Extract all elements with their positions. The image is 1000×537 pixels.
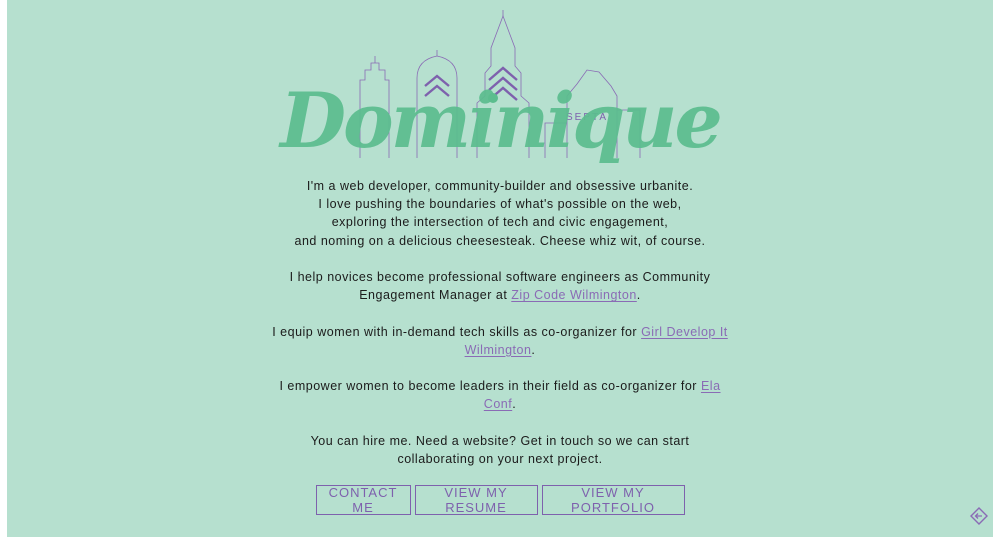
diamond-arrow-icon[interactable] bbox=[970, 507, 988, 525]
intro-line: exploring the intersection of tech and c… bbox=[331, 215, 669, 230]
bio-section: I'm a web developer, community-builder a… bbox=[270, 177, 730, 486]
role-paragraph-zipcode: I help novices become professional softw… bbox=[270, 268, 730, 304]
action-buttons: CONTACT ME VIEW MY RESUME VIEW MY PORTFO… bbox=[0, 485, 1000, 515]
intro-line: and noming on a delicious cheesesteak. C… bbox=[294, 233, 706, 248]
hire-paragraph: You can hire me. Need a website? Get in … bbox=[310, 433, 690, 466]
role-punctuation: . bbox=[531, 342, 536, 357]
role-paragraph-gdi: I equip women with in-demand tech skills… bbox=[270, 323, 730, 359]
view-portfolio-button[interactable]: VIEW MY PORTFOLIO bbox=[541, 485, 685, 515]
role-punctuation: . bbox=[512, 397, 517, 412]
intro-line: I love pushing the boundaries of what's … bbox=[318, 197, 682, 212]
role-text: I empower women to become leaders in the… bbox=[279, 379, 701, 394]
page-title: Dominique bbox=[280, 76, 723, 165]
role-text: I help novices become professional softw… bbox=[289, 270, 711, 303]
intro-line: I'm a web developer, community-builder a… bbox=[306, 179, 694, 193]
role-text: I equip women with in-demand tech skills… bbox=[272, 324, 642, 339]
role-punctuation: . bbox=[636, 288, 641, 303]
zip-code-wilmington-link[interactable]: Zip Code Wilmington bbox=[511, 288, 637, 302]
contact-me-button[interactable]: CONTACT ME bbox=[315, 485, 411, 515]
role-paragraph-elaconf: I empower women to become leaders in the… bbox=[270, 377, 730, 413]
intro-paragraph: I'm a web developer, community-builder a… bbox=[270, 177, 730, 250]
view-resume-button[interactable]: VIEW MY RESUME bbox=[414, 485, 538, 515]
